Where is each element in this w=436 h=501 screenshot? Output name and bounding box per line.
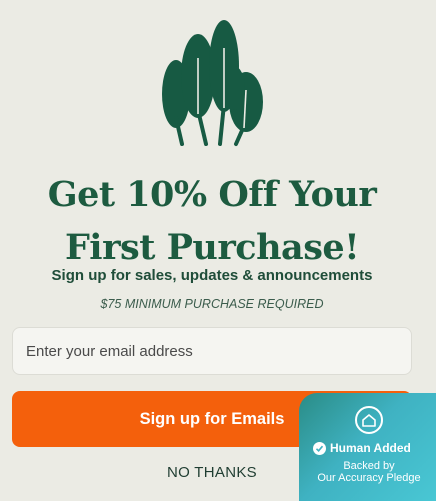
signup-modal: Get 10% Off Your First Purchase! Sign up…	[0, 0, 436, 501]
house-icon	[355, 406, 383, 434]
badge-line2: Our Accuracy Pledge	[317, 472, 421, 484]
minimum-purchase-note: $75 MINIMUM PURCHASE REQUIRED	[100, 297, 324, 311]
accuracy-pledge-badge[interactable]: Human Added Backed by Our Accuracy Pledg…	[299, 393, 436, 501]
email-input[interactable]	[12, 327, 412, 375]
headline-line1: Get 10% Off Your	[47, 174, 377, 215]
badge-title: Human Added	[330, 441, 411, 455]
subheadline: Sign up for sales, updates & announcemen…	[51, 267, 373, 284]
badge-line1: Backed by	[343, 460, 395, 472]
badge-title-row: Human Added	[313, 441, 436, 455]
badge-subtitle: Backed by Our Accuracy Pledge	[299, 460, 436, 484]
trees-logo-icon	[162, 20, 263, 146]
check-circle-icon	[313, 441, 326, 455]
headline: Get 10% Off Your First Purchase!	[0, 168, 424, 274]
